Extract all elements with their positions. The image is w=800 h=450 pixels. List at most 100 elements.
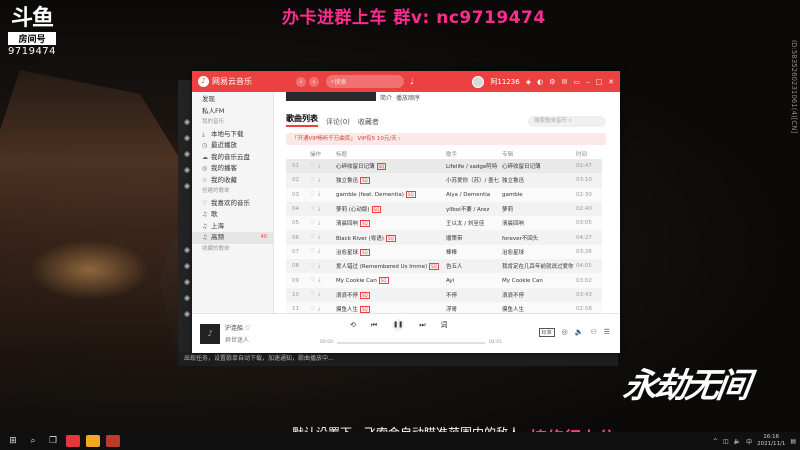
song-index[interactable]: 03	[286, 187, 310, 202]
download-icon[interactable]: ⤓	[318, 220, 323, 226]
forward-button[interactable]: ›	[309, 76, 319, 87]
listen-together-icon[interactable]: ⚇	[590, 328, 596, 337]
song-album[interactable]: gamble	[502, 187, 576, 202]
play-order-link[interactable]: 播放顺序	[396, 93, 420, 102]
vip-banner[interactable]: 「开通VIP畅听千万曲库」 VIP仅5 10元/天 ›	[286, 133, 606, 145]
previous-icon[interactable]: ⏮	[371, 321, 377, 330]
like-icon[interactable]: ♡	[310, 306, 318, 312]
song-artist[interactable]: yllboi不要 / Arez	[446, 201, 502, 217]
minimize-icon[interactable]: –	[586, 78, 590, 86]
table-row[interactable]: 02 ♡⤓ 独立鲁迅 SQ 小苏爱你（苏）/ 墨七 独立鲁迅 03:10	[286, 173, 602, 188]
maximize-icon[interactable]: □	[596, 78, 603, 86]
download-icon[interactable]: ⤓	[318, 206, 323, 212]
search-input[interactable]: ⌕ 搜索	[326, 75, 404, 88]
notification-icon[interactable]: ▤	[790, 438, 796, 445]
windows-start-icon[interactable]: ⊞	[6, 434, 20, 448]
network-icon[interactable]: ◫	[723, 438, 729, 445]
now-playing-title[interactable]: 沪连船	[225, 325, 243, 332]
song-title-cell[interactable]: 治愈星球 SQ	[336, 244, 446, 260]
song-title-cell[interactable]: 心碎收留日记薄 SQ	[336, 159, 446, 174]
song-duration[interactable]: 02:47	[576, 159, 602, 174]
song-index[interactable]: 02	[286, 173, 310, 188]
download-icon[interactable]: ⤓	[318, 191, 323, 197]
table-row[interactable]: 07 ♡⤓ 治愈星球 SQ 棒棒 治愈星球 03:26	[286, 244, 602, 260]
like-icon[interactable]: ♡	[310, 291, 318, 297]
mini-mode-icon[interactable]: ▭	[573, 78, 580, 86]
song-duration[interactable]: 02:40	[576, 201, 602, 217]
back-button[interactable]: ‹	[296, 76, 306, 87]
sidebar-item[interactable]: ♫ 歌	[192, 209, 273, 221]
song-index[interactable]: 10	[286, 287, 310, 302]
song-duration[interactable]: 03:02	[576, 273, 602, 288]
skin-icon[interactable]: ◐	[537, 78, 543, 86]
song-artist[interactable]: 棒棒	[446, 244, 502, 260]
song-title-cell[interactable]: 摸鱼人生 SQ	[336, 301, 446, 313]
song-index[interactable]: 09	[286, 273, 310, 288]
song-artist[interactable]: 小苏爱你（苏）/ 墨七	[446, 173, 502, 188]
eye-icon[interactable]: ◉	[184, 182, 190, 190]
song-index[interactable]: 05	[286, 216, 310, 231]
download-icon[interactable]: ⤓	[318, 277, 323, 283]
column-header-ops[interactable]: 操作	[310, 149, 336, 159]
column-header-time[interactable]: 时间	[576, 149, 602, 159]
eye-icon[interactable]: ◉	[184, 310, 190, 318]
column-header-title[interactable]: 标题	[336, 149, 446, 159]
sidebar-item[interactable]: ⤓ 本地与下载	[192, 129, 273, 141]
song-album[interactable]: 治愈星球	[502, 244, 576, 260]
table-row[interactable]: 01 ♡⤓ 心碎收留日记薄 SQ Lifelife / sadge阿特 心碎收留日记薄 02…	[286, 159, 602, 174]
taskbar-app-icon[interactable]	[66, 435, 80, 447]
sidebar-item[interactable]: ☆ 我的收藏	[192, 175, 273, 187]
pause-button[interactable]: ❚❚	[392, 319, 405, 331]
song-title-cell[interactable]: My Cookie Can SQ	[336, 273, 446, 288]
like-icon[interactable]: ♡	[310, 277, 318, 283]
eye-icon[interactable]: ◉	[184, 246, 190, 254]
table-row[interactable]: 10 ♡⤓ 浪浪不停 SQ 不停 浪浪不停 03:43	[286, 287, 602, 302]
download-icon[interactable]: ⤓	[318, 234, 323, 240]
eye-icon[interactable]: ◉	[184, 166, 190, 174]
close-icon[interactable]: ✕	[608, 78, 614, 86]
sidebar-item[interactable]: ◎ 我的播客	[192, 163, 273, 175]
song-index[interactable]: 08	[286, 259, 310, 274]
song-title-cell[interactable]: gamble (feat. Dementia) SQ	[336, 187, 446, 202]
eye-icon[interactable]: ◉	[184, 134, 190, 142]
volume-icon[interactable]: 🔈	[575, 328, 584, 337]
song-album[interactable]: 心碎收留日记薄	[502, 159, 576, 174]
song-index[interactable]: 01	[286, 159, 310, 174]
song-duration[interactable]: 04:27	[576, 230, 602, 245]
mic-icon[interactable]: ♩	[410, 77, 414, 86]
song-album[interactable]: My Cookie Can	[502, 273, 576, 288]
song-duration[interactable]: 03:05	[576, 216, 602, 231]
table-row[interactable]: 08 ♡⤓ 爱人错过 (Remembered Us Imme) SQ 告五人 我肯定在几百…	[286, 259, 602, 274]
like-icon[interactable]: ♡	[310, 220, 318, 226]
playlist-search-input[interactable]: 搜索歌单音乐 ⌕	[528, 116, 606, 127]
song-duration[interactable]: 03:43	[576, 287, 602, 302]
tab-collectors[interactable]: 收藏者	[358, 117, 379, 127]
song-title-cell[interactable]: 爱人错过 (Remembered Us Imme) SQ	[336, 259, 446, 274]
sound-effect-icon[interactable]: ◎	[562, 328, 568, 337]
song-duration[interactable]: 03:10	[576, 173, 602, 188]
mail-icon[interactable]: ✉	[562, 78, 568, 86]
song-album[interactable]: 萝莉	[502, 201, 576, 217]
song-album[interactable]: 浪浪不停	[502, 287, 576, 302]
vip-icon[interactable]: ◈	[526, 78, 531, 86]
song-album[interactable]: forever不回头	[502, 230, 576, 245]
song-album[interactable]: 摸鱼人生	[502, 301, 576, 313]
sidebar-item[interactable]: ☁ 我的音乐云盘	[192, 152, 273, 164]
download-icon[interactable]: ⤓	[318, 177, 323, 183]
eye-icon[interactable]: ◉	[184, 294, 190, 302]
column-header-album[interactable]: 专辑	[502, 149, 576, 159]
song-artist[interactable]: 告五人	[446, 259, 502, 274]
now-playing-artist[interactable]: 异世迷人	[225, 335, 305, 344]
taskbar-app-icon[interactable]	[106, 435, 120, 447]
like-icon[interactable]: ♡	[310, 163, 318, 169]
song-title-cell[interactable]: 清晨回响 SQ	[336, 216, 446, 231]
song-artist[interactable]: Lifelife / sadge阿特	[446, 159, 502, 174]
task-view-icon[interactable]: ❐	[46, 434, 60, 448]
sidebar-item[interactable]: ♫ 上海	[192, 221, 273, 233]
like-icon[interactable]: ♡	[310, 248, 318, 254]
song-artist[interactable]: 王以太 / 刘至佳	[446, 216, 502, 231]
tab-comments[interactable]: 评论(0)	[326, 117, 350, 127]
song-album[interactable]: 我肯定在几百年前就说过爱你	[502, 259, 576, 274]
table-row[interactable]: 06 ♡⤓ Black River (粤语) SQ 顺策带 forever不回头 04:27	[286, 230, 602, 245]
song-index[interactable]: 11	[286, 301, 310, 313]
